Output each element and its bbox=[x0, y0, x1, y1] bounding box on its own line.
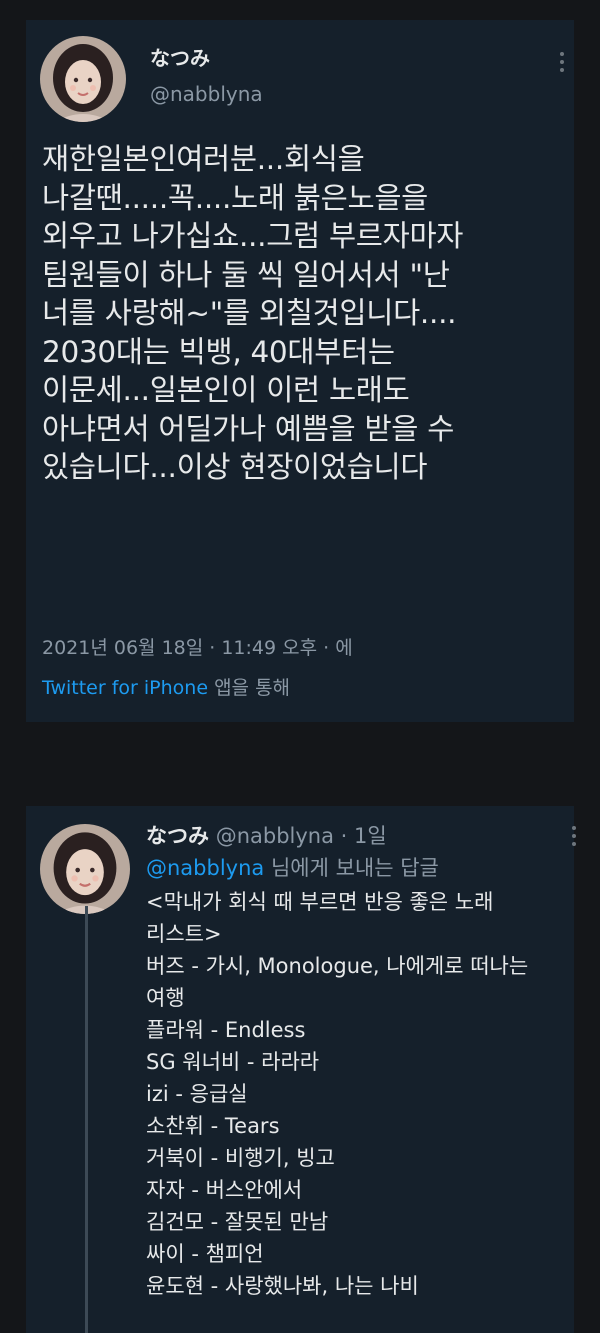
more-dot bbox=[572, 834, 576, 838]
separator-dot: · bbox=[340, 824, 348, 848]
reply-text-line: 윤도현 - 사랑했나봐, 나는 나비 bbox=[146, 1274, 419, 1298]
source-suffix: 앱을 통해 bbox=[208, 677, 291, 699]
tweet-text-line: 나갈땐.....꼭....노래 붉은노을을 bbox=[42, 180, 429, 215]
reply-text-line: 플라워 - Endless bbox=[146, 1018, 306, 1042]
reply-text: <막내가 회식 때 부르면 반응 좋은 노래 리스트> 버즈 - 가시, Mon… bbox=[146, 886, 566, 1302]
tweet-text-line: 이문세...일본인이 이런 노래도 bbox=[42, 373, 410, 407]
reply-text-line: 김건모 - 잘못된 만남 bbox=[146, 1210, 329, 1234]
more-dot bbox=[560, 68, 564, 72]
reply-text-line: SG 워너비 - 라라라 bbox=[146, 1050, 320, 1074]
reply-text-line: <막내가 회식 때 부르면 반응 좋은 노래 bbox=[146, 890, 494, 914]
reply-text-line: 싸이 - 챔피언 bbox=[146, 1242, 264, 1266]
reply-header: なつみ @nabblyna · 1일 bbox=[146, 820, 387, 850]
tweet-text-line: 너를 사랑해~"를 외칠것입니다.... bbox=[42, 296, 457, 330]
tweet-text-line: 아냐면서 어딜가나 예쁨을 받을 수 bbox=[42, 411, 455, 446]
more-dot bbox=[560, 52, 564, 56]
tweet-timestamp[interactable]: 2021년 06월 18일 · 11:49 오후 · 에 bbox=[42, 633, 353, 660]
thread-line bbox=[85, 906, 88, 1333]
tweet-text-line: 2030대는 빅뱅, 40대부터는 bbox=[42, 334, 395, 369]
source-link[interactable]: Twitter for iPhone bbox=[42, 677, 208, 699]
more-options-icon[interactable] bbox=[570, 826, 578, 846]
reply-text-line: 소찬휘 - Tears bbox=[146, 1114, 280, 1138]
more-dot bbox=[560, 60, 564, 64]
replying-suffix: 님에게 보내는 답글 bbox=[264, 856, 439, 880]
more-dot bbox=[572, 826, 576, 830]
tweet-source: Twitter for iPhone 앱을 통해 bbox=[42, 673, 290, 700]
more-dot bbox=[572, 842, 576, 846]
reply-tweet[interactable]: なつみ @nabblyna · 1일 @nabblyna 님에게 보내는 답글 … bbox=[26, 806, 576, 1333]
display-name[interactable]: なつみ bbox=[146, 824, 209, 848]
tweet-text-line: 있습니다...이상 현장이었습니다 bbox=[42, 450, 428, 484]
user-avatar-icon[interactable] bbox=[40, 36, 126, 122]
tweet-text-line: 재한일본인여러분...회식을 bbox=[42, 142, 365, 176]
user-avatar-icon[interactable] bbox=[40, 824, 130, 914]
tweet-text-line: 외우고 나가십쇼...그럼 부르자마자 bbox=[42, 219, 464, 253]
reply-text-line: 자자 - 버스안에서 bbox=[146, 1178, 303, 1202]
reply-time[interactable]: 1일 bbox=[354, 824, 387, 848]
reply-text-line: 여행 bbox=[146, 986, 185, 1010]
reply-text-line: 거북이 - 비행기, 빙고 bbox=[146, 1146, 335, 1170]
reply-text-line: 버즈 - 가시, Monologue, 나에게로 떠나는 bbox=[146, 954, 529, 978]
replying-to: @nabblyna 님에게 보내는 답글 bbox=[146, 852, 439, 882]
user-handle[interactable]: @nabblyna bbox=[216, 824, 334, 848]
reply-mention-link[interactable]: @nabblyna bbox=[146, 856, 264, 880]
tweet-text: 재한일본인여러분...회식을 나갈땐.....꼭....노래 붉은노을을 외우고… bbox=[42, 140, 562, 487]
tweet-text-line: 팀원들이 하나 둘 씩 일어서서 "난 bbox=[42, 257, 450, 292]
reply-text-line: izi - 응급실 bbox=[146, 1082, 248, 1106]
reply-text-line: 리스트> bbox=[146, 922, 222, 946]
user-handle[interactable]: @nabblyna bbox=[150, 82, 263, 106]
more-options-icon[interactable] bbox=[558, 52, 566, 72]
main-tweet[interactable]: なつみ @nabblyna 재한일본인여러분...회식을 나갈땐.....꼭..… bbox=[26, 20, 574, 722]
display-name[interactable]: なつみ bbox=[150, 42, 210, 71]
